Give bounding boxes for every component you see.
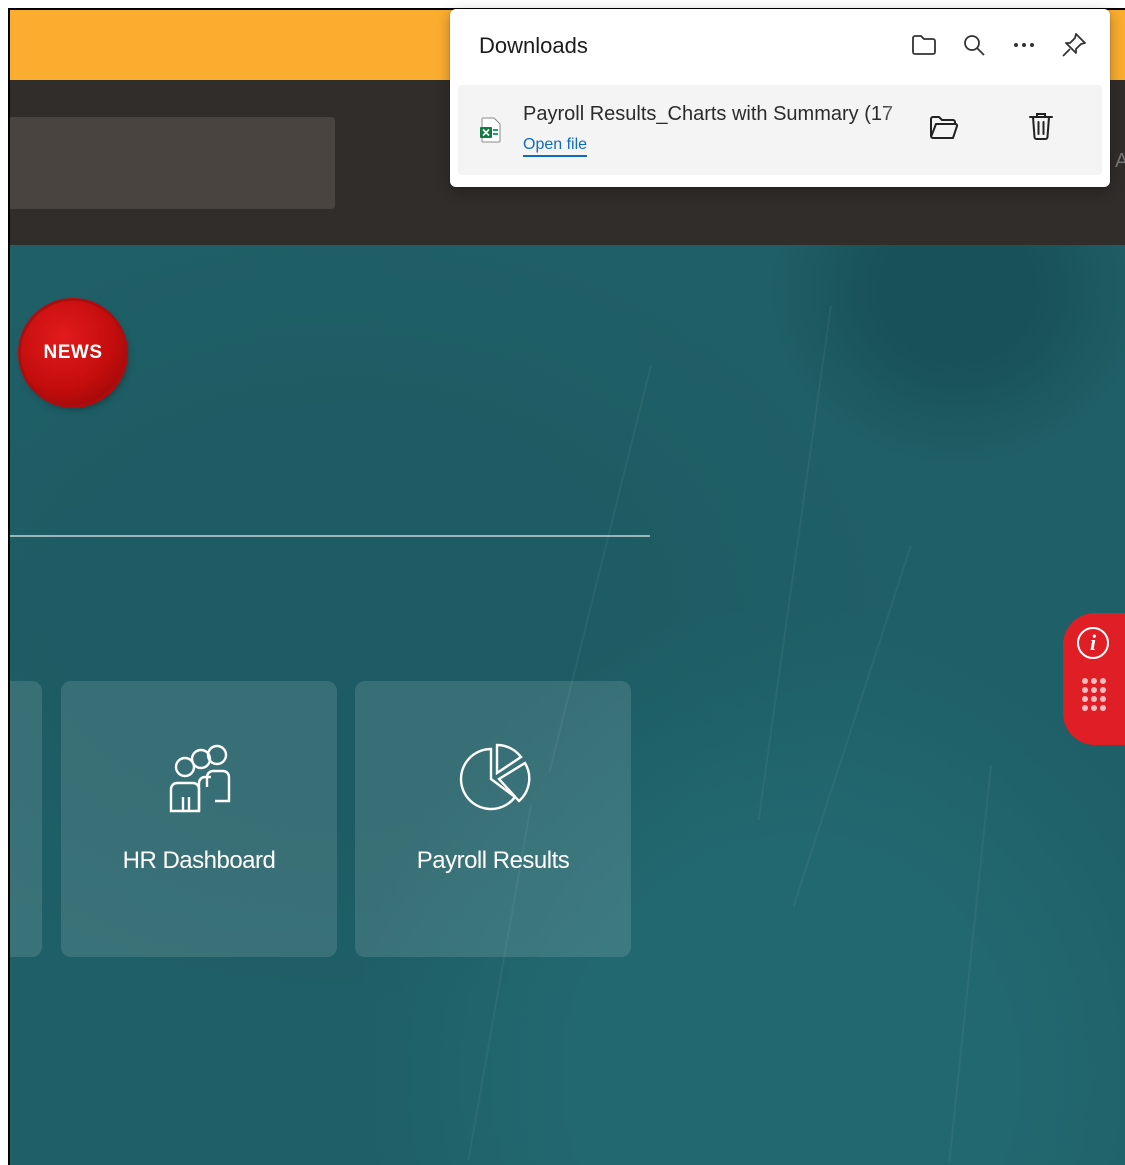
show-in-folder-icon[interactable] [928, 113, 960, 146]
downloads-toolbar [908, 29, 1090, 61]
downloads-title: Downloads [479, 33, 588, 58]
payroll-results-label: Payroll Results [416, 847, 570, 874]
pie-chart-icon [453, 741, 533, 818]
people-group-icon [159, 741, 239, 818]
open-downloads-folder-icon[interactable] [908, 29, 940, 61]
news-label: NEWS [43, 342, 103, 363]
info-icon[interactable]: i [1077, 627, 1109, 659]
hr-dashboard-tile[interactable]: HR Dashboard [61, 681, 337, 957]
more-options-icon[interactable] [1008, 29, 1040, 61]
section-divider [10, 535, 650, 537]
open-file-link[interactable]: Open file [523, 135, 588, 157]
grid-dots-icon[interactable] [1082, 678, 1106, 711]
partially-hidden-text: A [1115, 150, 1125, 173]
downloads-flyout: Downloads Payroll Results_Charts with Su… [450, 9, 1110, 187]
pin-icon[interactable] [1058, 29, 1090, 61]
app-tile-partial[interactable] [10, 681, 42, 957]
delete-icon[interactable] [1028, 111, 1054, 146]
excel-file-icon [480, 117, 502, 148]
home-page-background: NEWS HR Dashboard Payroll Results i [10, 245, 1125, 1165]
download-item[interactable]: Payroll Results_Charts with Summary (17 … [458, 85, 1102, 175]
search-icon[interactable] [958, 29, 990, 61]
hr-dashboard-label: HR Dashboard [122, 847, 276, 874]
search-field[interactable] [10, 117, 335, 209]
payroll-results-tile[interactable]: Payroll Results [355, 681, 631, 957]
news-button[interactable]: NEWS [21, 301, 125, 405]
downloaded-file-name: Payroll Results_Charts with Summary (17 [523, 103, 894, 125]
help-info-widget[interactable]: i [1063, 613, 1125, 745]
